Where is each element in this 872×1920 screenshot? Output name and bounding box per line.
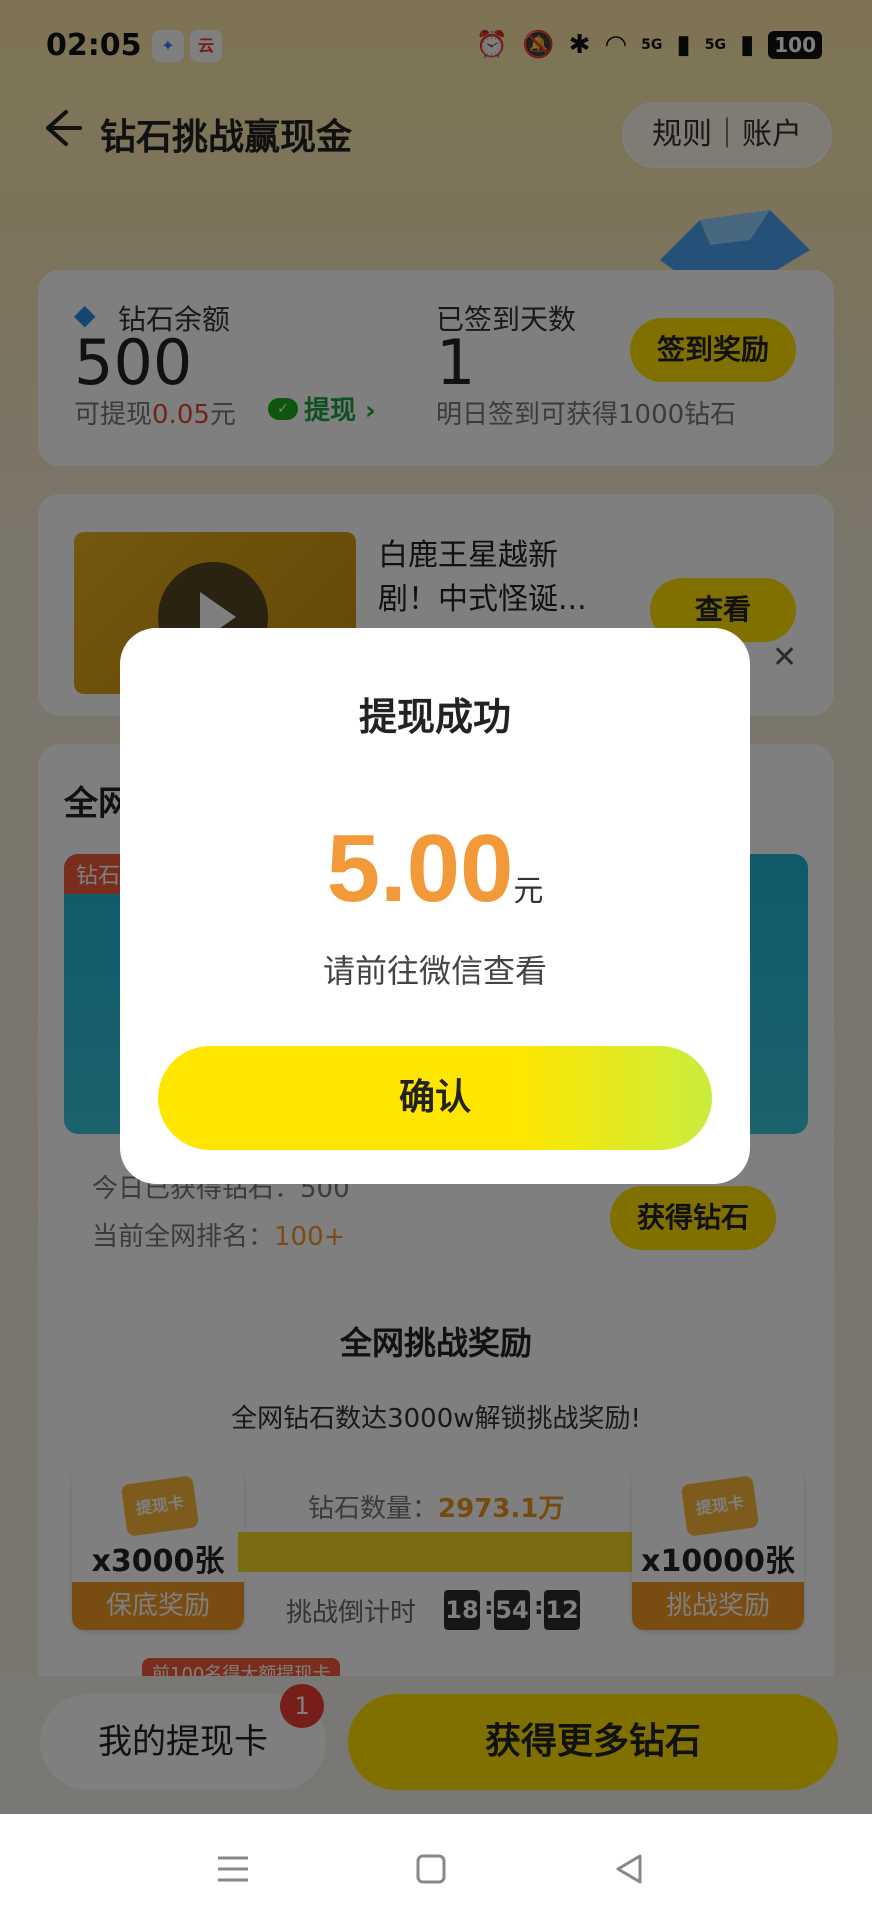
confirm-button[interactable]: 确认 (158, 1046, 712, 1150)
dialog-note: 请前往微信查看 (322, 952, 547, 990)
system-navigation-bar (0, 1814, 872, 1920)
dialog-amount-unit: 元 (513, 874, 544, 909)
withdraw-success-dialog: 提现成功 5.00元 请前往微信查看 确认 (120, 628, 750, 1184)
dialog-amount: 5.00元 (120, 814, 750, 924)
dialog-amount-value: 5.00 (326, 815, 514, 922)
dialog-title: 提现成功 (358, 695, 511, 739)
home-icon[interactable] (406, 1844, 456, 1894)
menu-icon[interactable] (208, 1844, 258, 1894)
back-icon[interactable] (604, 1844, 654, 1894)
